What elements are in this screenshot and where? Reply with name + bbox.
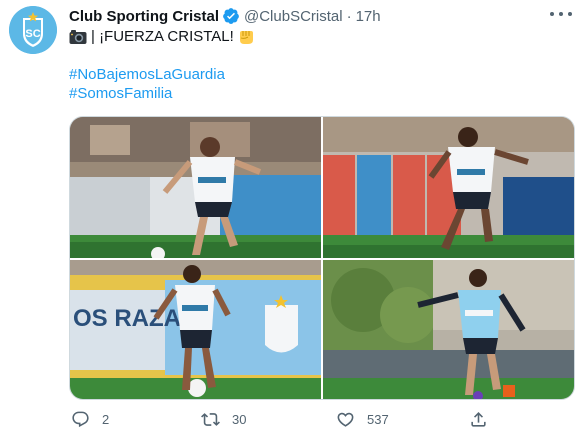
retweet-count: 30 bbox=[232, 412, 247, 427]
club-crest-icon: SC bbox=[9, 6, 57, 54]
share-icon bbox=[471, 412, 486, 427]
retweet-button[interactable]: 30 bbox=[201, 410, 246, 429]
training-photo-image bbox=[70, 117, 321, 258]
display-name[interactable]: Club Sporting Cristal bbox=[69, 8, 219, 25]
more-options-icon[interactable] bbox=[550, 6, 572, 22]
share-button[interactable] bbox=[469, 410, 488, 429]
training-photo-image bbox=[323, 117, 574, 258]
tweet-photo[interactable] bbox=[323, 260, 574, 399]
avatar[interactable]: SC bbox=[9, 6, 57, 54]
fist-emoji-icon bbox=[239, 30, 253, 44]
tweet-text: | ¡FUERZA CRISTAL! bbox=[69, 27, 255, 47]
training-photo-image bbox=[323, 260, 574, 399]
reply-button[interactable]: 2 bbox=[71, 410, 109, 429]
verified-badge-icon bbox=[223, 8, 239, 24]
hashtag-link[interactable]: #NoBajemosLaGuardia bbox=[69, 65, 225, 85]
reply-count: 2 bbox=[102, 412, 110, 427]
hashtag-link[interactable]: #SomosFamilia bbox=[69, 84, 172, 104]
camera-emoji-icon bbox=[69, 30, 87, 44]
heart-icon bbox=[337, 412, 354, 427]
like-button[interactable]: 537 bbox=[336, 410, 389, 429]
tweet-photo[interactable]: OS RAZA bbox=[70, 260, 321, 399]
tweet-photo[interactable] bbox=[70, 117, 321, 258]
timestamp[interactable]: 17h bbox=[356, 8, 381, 25]
handle[interactable]: @ClubSCristal bbox=[244, 8, 343, 25]
tweet-photo[interactable] bbox=[323, 117, 574, 258]
svg-text:SC: SC bbox=[25, 28, 40, 40]
like-count: 537 bbox=[367, 412, 389, 427]
training-photo-image: OS RAZA bbox=[70, 260, 321, 399]
tweet-actions: 2 30 537 bbox=[69, 410, 569, 432]
separator: · bbox=[346, 7, 352, 25]
tweet-header: Club Sporting Cristal @ClubSCristal · 17… bbox=[69, 6, 381, 26]
media-grid: OS RAZA bbox=[69, 116, 575, 400]
tweet-body-text: | ¡FUERZA CRISTAL! bbox=[91, 28, 234, 45]
reply-icon bbox=[72, 411, 89, 428]
retweet-icon bbox=[201, 413, 220, 426]
